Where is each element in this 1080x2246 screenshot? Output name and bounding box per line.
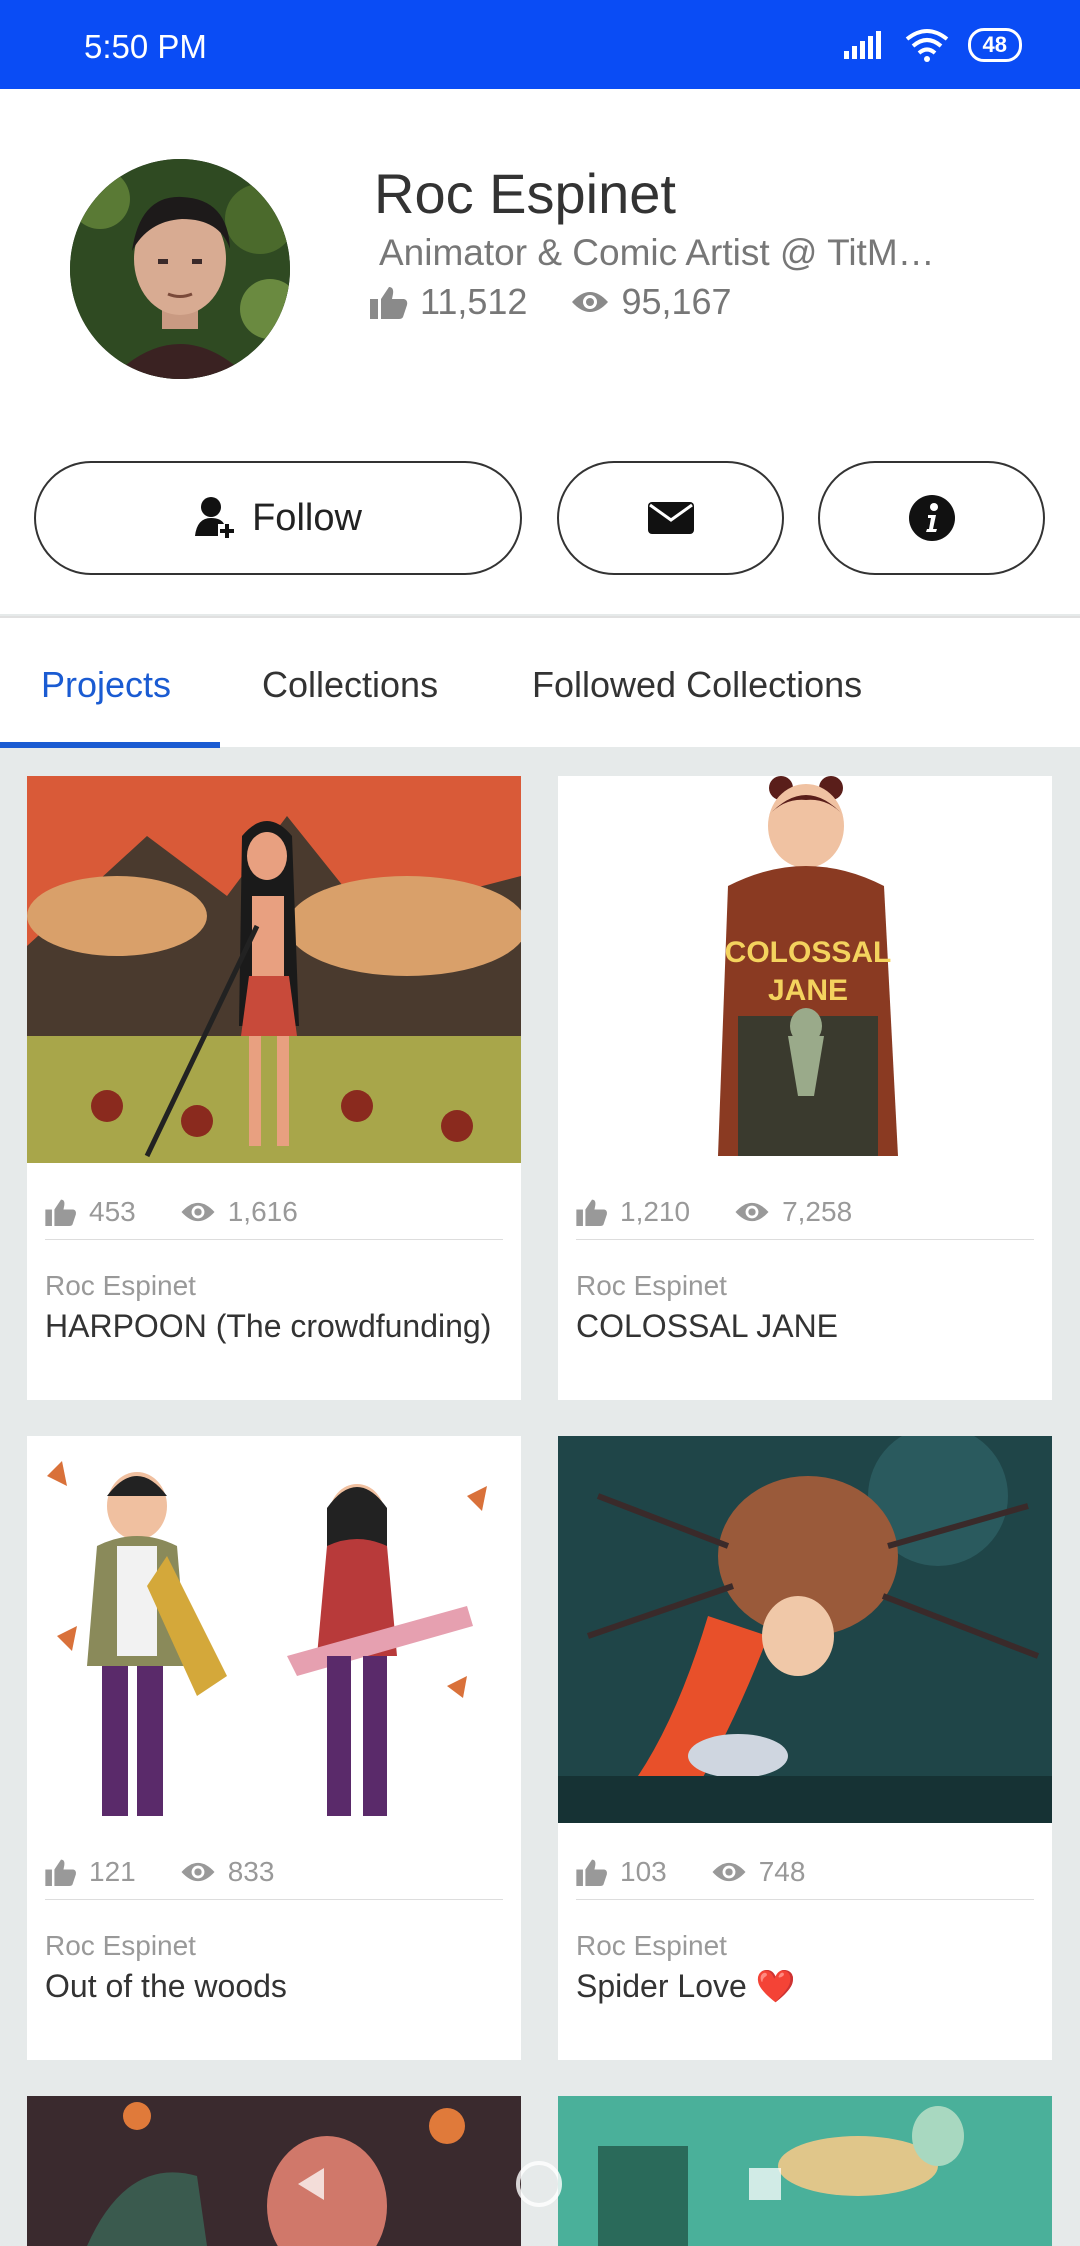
avatar[interactable] — [70, 159, 290, 379]
eye-icon — [712, 1862, 746, 1882]
eye-icon — [572, 292, 609, 312]
cover-title: COLOSSAL JANE — [724, 936, 892, 1007]
thumbs-up-icon — [576, 1859, 607, 1886]
project-likes: 103 — [576, 1856, 667, 1888]
project-likes-count: 121 — [89, 1856, 136, 1887]
project-cover-image — [558, 1436, 1052, 1823]
project-likes-count: 103 — [620, 1856, 667, 1887]
divider — [576, 1899, 1034, 1900]
project-views-count: 748 — [758, 1856, 806, 1887]
profile-tabs: Projects Collections Followed Collection… — [0, 616, 1080, 748]
profile-views-count: 95,167 — [621, 281, 732, 322]
project-card[interactable]: 103 748 Roc Espinet Spider Love ❤️ — [558, 1436, 1052, 2060]
project-views-count: 833 — [227, 1856, 275, 1887]
project-cover-image — [27, 776, 521, 1163]
project-stats: 453 1,616 — [45, 1196, 342, 1228]
project-views: 7,258 — [734, 1196, 852, 1228]
status-time: 5:50 PM — [84, 28, 207, 65]
project-views: 1,616 — [180, 1196, 298, 1228]
tab-collections[interactable]: Collections — [262, 664, 438, 706]
recents-icon[interactable] — [745, 2164, 785, 2204]
project-owner[interactable]: Roc Espinet — [576, 1930, 727, 1962]
project-likes: 453 — [45, 1196, 136, 1228]
project-owner[interactable]: Roc Espinet — [45, 1270, 196, 1302]
follow-button[interactable]: Follow — [34, 461, 522, 575]
project-views-count: 1,616 — [227, 1196, 298, 1227]
thumbs-up-icon — [45, 1859, 76, 1886]
project-views: 833 — [180, 1856, 275, 1888]
project-likes: 1,210 — [576, 1196, 690, 1228]
divider — [576, 1239, 1034, 1240]
battery-indicator: 48 — [967, 28, 1022, 62]
profile-likes-count: 11,512 — [420, 281, 528, 322]
eye-icon — [181, 1862, 215, 1882]
eye-icon — [181, 1202, 215, 1222]
follow-label: Follow — [252, 496, 362, 539]
wifi-icon — [905, 29, 948, 62]
project-likes: 121 — [45, 1856, 136, 1888]
project-likes-count: 1,210 — [620, 1196, 691, 1227]
profile-views: 95,167 — [571, 281, 732, 323]
project-owner[interactable]: Roc Espinet — [45, 1930, 196, 1962]
home-icon[interactable] — [514, 2159, 564, 2209]
project-stats: 103 748 — [576, 1856, 849, 1888]
message-button[interactable] — [557, 461, 784, 575]
profile-likes: 11,512 — [370, 281, 527, 323]
signal-icon — [843, 31, 881, 59]
project-title[interactable]: Out of the woods — [45, 1966, 495, 2008]
divider — [45, 1239, 503, 1240]
project-title[interactable]: HARPOON (The crowdfunding) — [45, 1306, 495, 1348]
project-stats: 121 833 — [45, 1856, 318, 1888]
thumbs-up-icon — [576, 1199, 607, 1226]
profile-header: Roc Espinet Animator & Comic Artist @ Ti… — [0, 89, 1080, 614]
project-owner[interactable]: Roc Espinet — [576, 1270, 727, 1302]
project-title[interactable]: COLOSSAL JANE — [576, 1306, 1026, 1348]
project-cover-image: COLOSSAL JANE — [558, 776, 1052, 1163]
project-card[interactable]: 453 1,616 Roc Espinet HARPOON (The crowd… — [27, 776, 521, 1400]
info-icon — [908, 495, 955, 541]
profile-stats: 11,512 95,167 — [370, 281, 776, 323]
back-icon[interactable] — [292, 2164, 332, 2204]
thumbs-up-icon — [45, 1199, 76, 1226]
tab-indicator — [0, 742, 220, 748]
status-bar: 5:50 PM 48 — [0, 0, 1080, 89]
project-views-count: 7,258 — [782, 1196, 853, 1227]
project-stats: 1,210 7,258 — [576, 1196, 896, 1228]
project-cover-image — [27, 1436, 521, 1823]
add-user-icon — [195, 497, 235, 538]
profile-name: Roc Espinet — [374, 162, 676, 225]
divider — [45, 1899, 503, 1900]
thumbs-up-icon — [370, 287, 408, 319]
envelope-icon — [647, 502, 694, 534]
eye-icon — [735, 1202, 769, 1222]
tab-followed-collections[interactable]: Followed Collections — [532, 664, 862, 706]
project-title[interactable]: Spider Love ❤️ — [576, 1966, 1026, 2008]
tab-projects[interactable]: Projects — [41, 664, 171, 706]
profile-bio: Animator & Comic Artist @ TitM… — [379, 232, 935, 273]
project-card[interactable]: 121 833 Roc Espinet Out of the woods — [27, 1436, 521, 2060]
project-likes-count: 453 — [89, 1196, 136, 1227]
info-button[interactable] — [818, 461, 1045, 575]
status-icons: 48 — [843, 28, 1022, 62]
project-card[interactable]: COLOSSAL JANE 1,210 7,258 Roc Espinet CO… — [558, 776, 1052, 1400]
project-views: 748 — [711, 1856, 806, 1888]
system-navigation — [0, 2150, 1080, 2246]
